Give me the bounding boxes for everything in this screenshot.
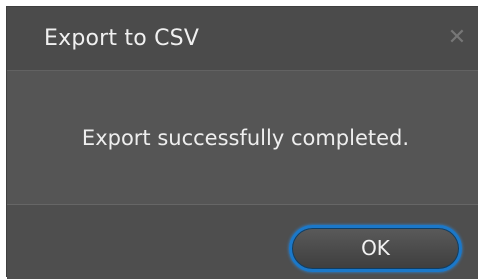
dialog-content: Export successfully completed. [7, 71, 478, 204]
dialog-title: Export to CSV [44, 26, 200, 51]
ok-button[interactable]: OK [289, 225, 462, 272]
dialog-message: Export successfully completed. [81, 126, 410, 150]
dialog-footer: OK [7, 204, 478, 279]
close-icon[interactable]: ✕ [446, 27, 468, 49]
export-dialog: Export to CSV ✕ Export successfully comp… [6, 6, 478, 279]
dialog-titlebar: Export to CSV ✕ [7, 7, 478, 71]
